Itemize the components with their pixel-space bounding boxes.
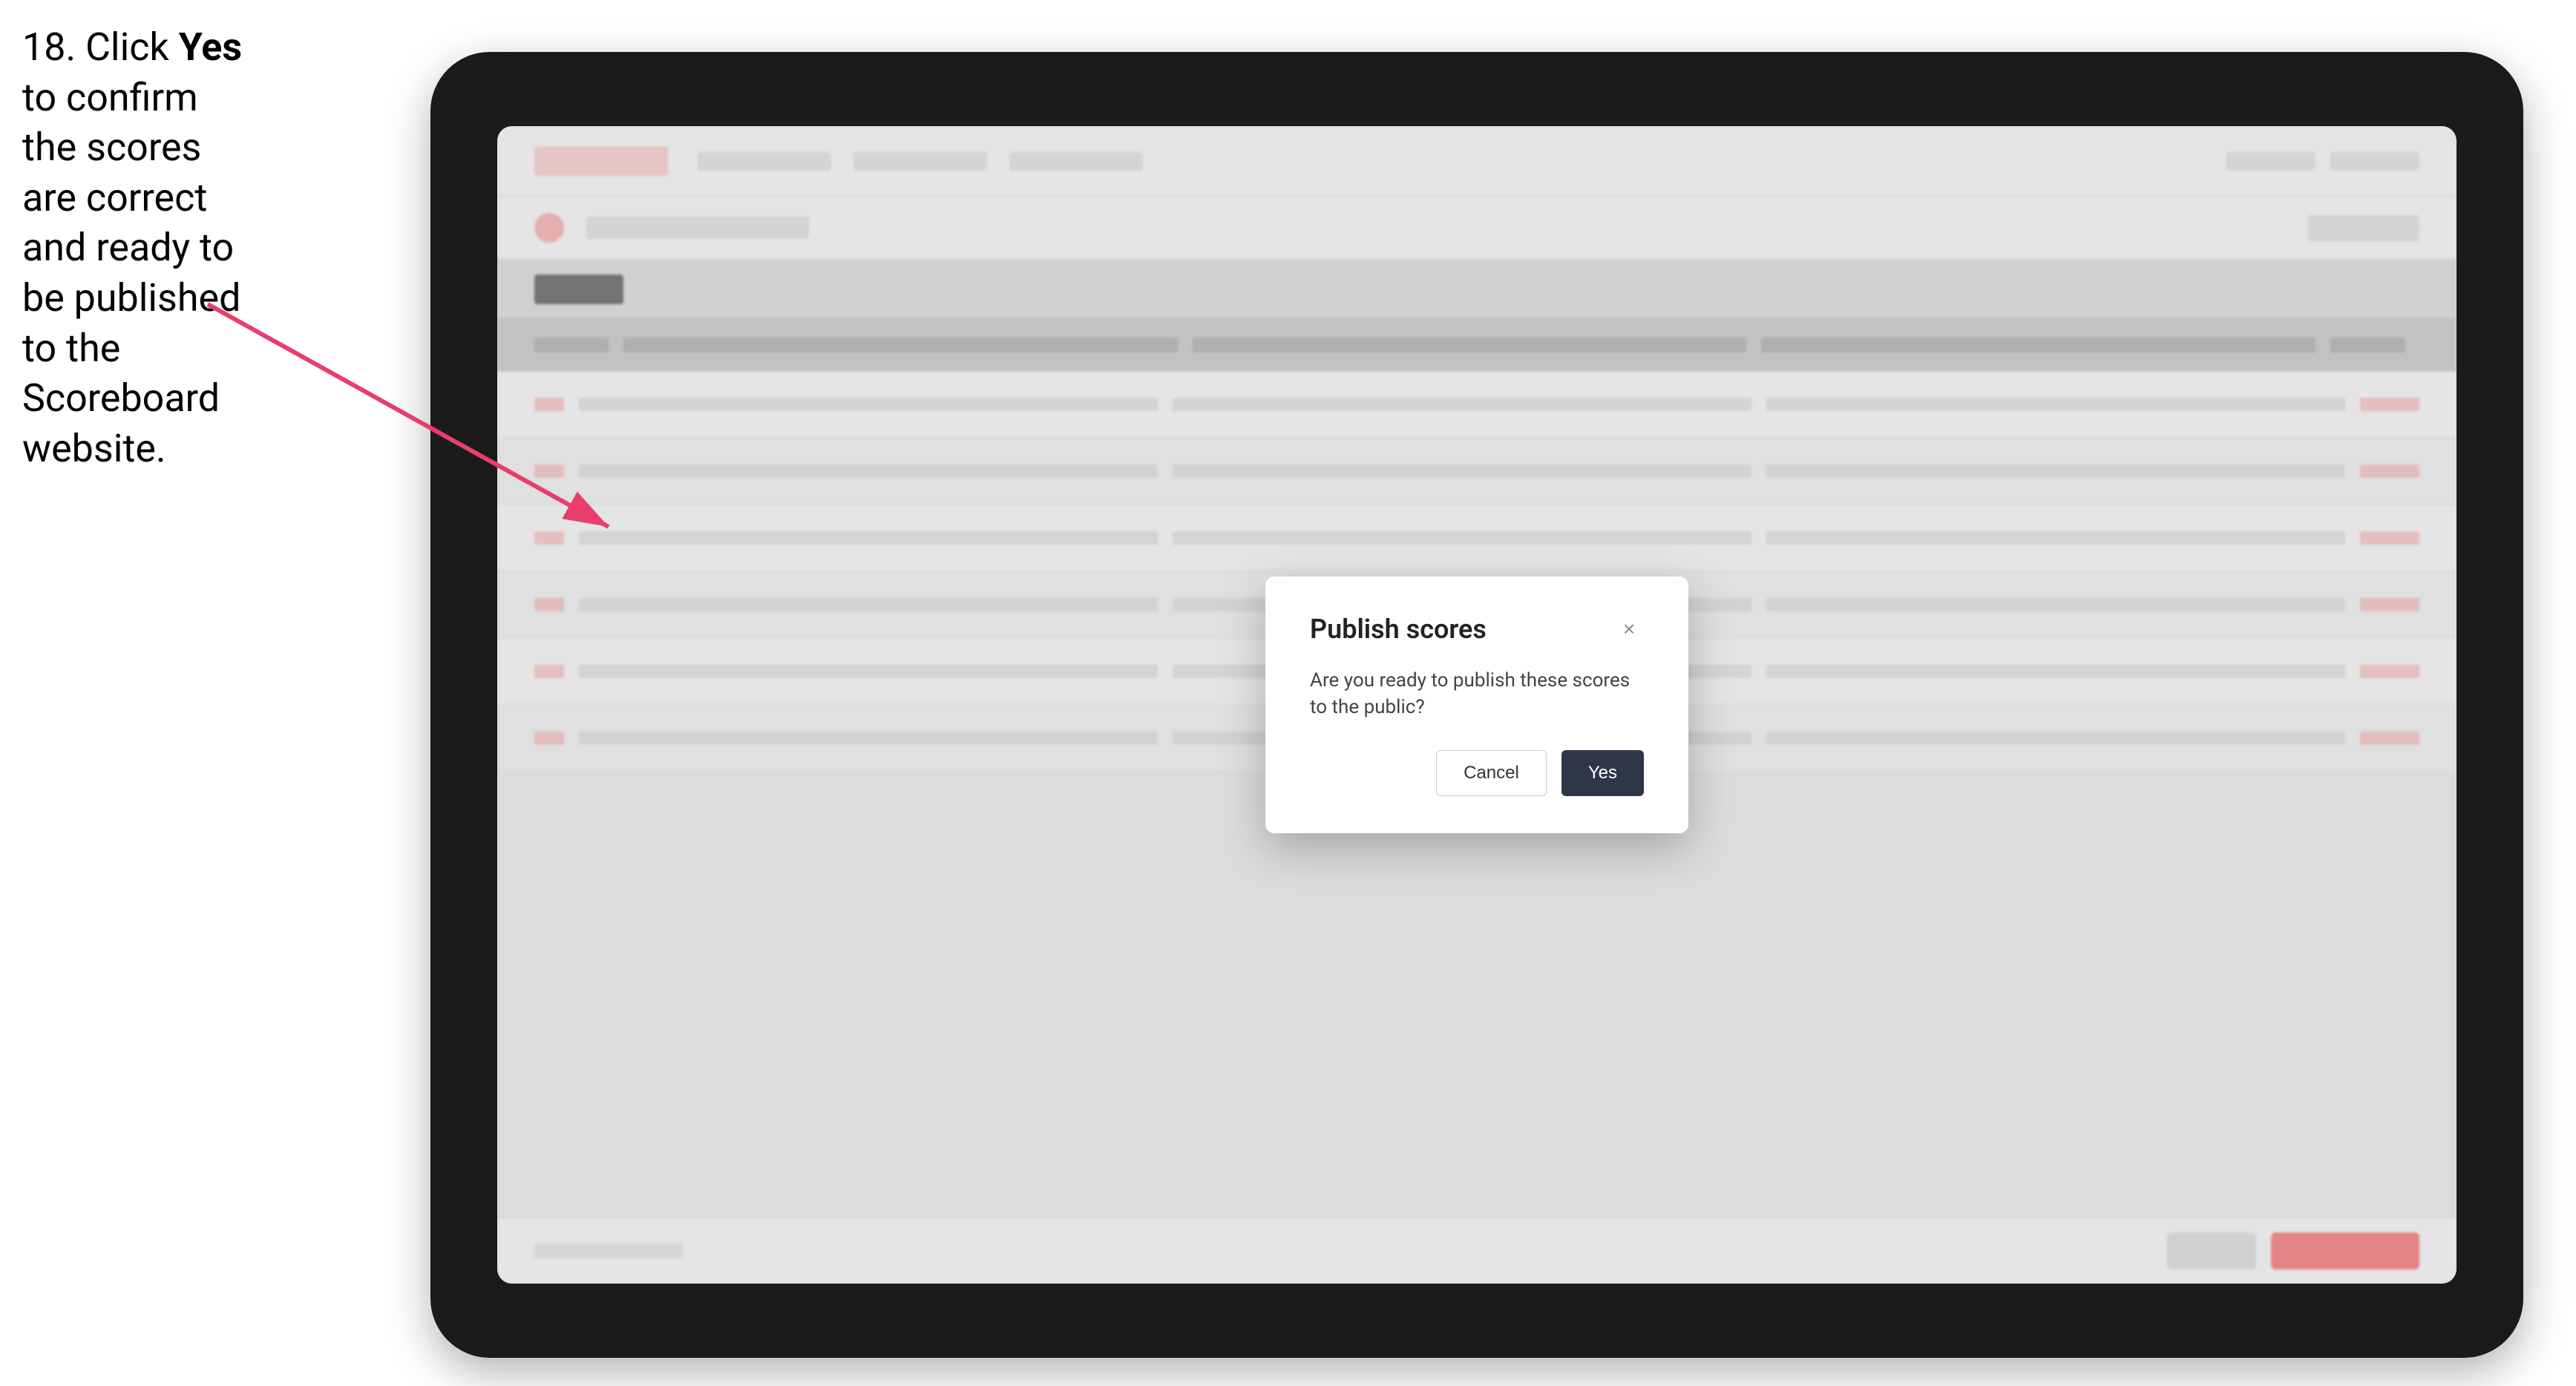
cancel-button[interactable]: Cancel xyxy=(1436,750,1547,796)
modal-header: Publish scores × xyxy=(1310,614,1644,645)
tablet-screen: Publish scores × Are you ready to publis… xyxy=(497,126,2457,1284)
modal-title: Publish scores xyxy=(1310,614,1487,645)
step-number: 18. xyxy=(22,24,76,70)
modal-close-button[interactable]: × xyxy=(1614,614,1644,644)
modal-overlay: Publish scores × Are you ready to publis… xyxy=(497,126,2457,1284)
text-before-bold: Click xyxy=(85,24,179,70)
modal-body: Are you ready to publish these scores to… xyxy=(1310,667,1644,721)
instruction-text: 18. Click Yes to confirm the scores are … xyxy=(22,22,245,473)
yes-button[interactable]: Yes xyxy=(1561,750,1644,796)
publish-scores-dialog: Publish scores × Are you ready to publis… xyxy=(1265,577,1688,834)
modal-footer: Cancel Yes xyxy=(1310,750,1644,796)
text-after-bold: to confirm the scores are correct and re… xyxy=(22,75,240,471)
bold-yes: Yes xyxy=(179,24,242,70)
modal-message: Are you ready to publish these scores to… xyxy=(1310,667,1644,721)
tablet-device: Publish scores × Are you ready to publis… xyxy=(430,52,2523,1358)
